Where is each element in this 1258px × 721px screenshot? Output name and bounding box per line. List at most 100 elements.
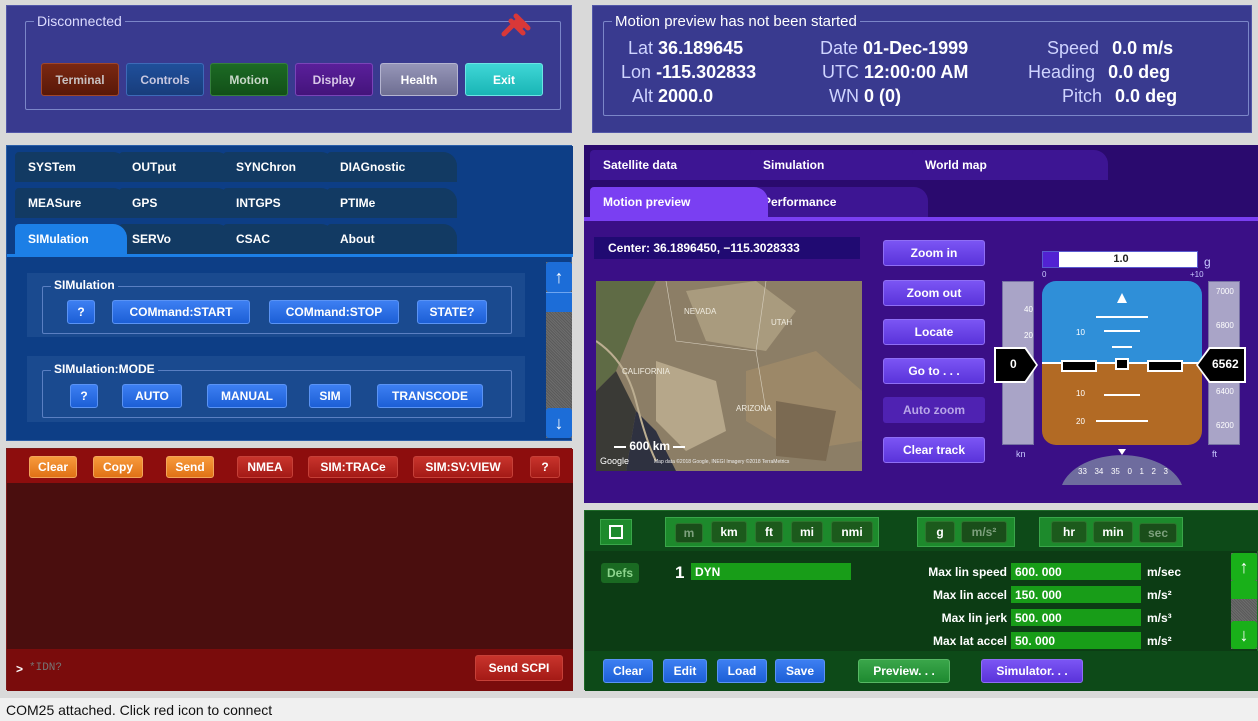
mode-sim-button[interactable]: SIM [309, 384, 351, 408]
g-meter-value: 1.0 [1113, 253, 1129, 265]
speed-readout-value: 0 [1010, 357, 1017, 371]
zoom-out-button[interactable]: Zoom out [883, 280, 985, 306]
tab-satellite-data[interactable]: Satellite data [590, 150, 768, 180]
max-lin-jerk-field[interactable]: 500. 000 [1011, 609, 1141, 626]
defs-scroll-down-button[interactable]: ↓ [1231, 621, 1257, 649]
tab-system[interactable]: SYSTem [15, 152, 127, 182]
map-view[interactable]: NEVADA UTAH CALIFORNIA ARIZONA 600 km Go… [596, 281, 862, 471]
scroll-up-button[interactable]: ↑ [546, 262, 572, 292]
scroll-thumb[interactable] [546, 292, 572, 312]
unit-ft-button[interactable]: ft [755, 521, 783, 543]
mode-transcode-button[interactable]: TRANSCODE [377, 384, 483, 408]
controls-button[interactable]: Controls [126, 63, 204, 96]
speed-unit-label: kn [1016, 449, 1026, 459]
scroll-down-button[interactable]: ↓ [546, 408, 572, 438]
terminal-button[interactable]: Terminal [41, 63, 119, 96]
heading-row: Heading 0.0 deg [1028, 62, 1171, 82]
terminal-send-button[interactable]: Send [166, 456, 214, 478]
tab-ptime[interactable]: PTIMe [327, 188, 457, 218]
sim-trace-button[interactable]: SIM:TRACe [308, 456, 398, 478]
terminal-output[interactable] [7, 483, 573, 649]
preview-panel: Satellite data Simulation World map Moti… [584, 145, 1258, 503]
sim-sv-view-button[interactable]: SIM:SV:VIEW [413, 456, 513, 478]
max-lin-jerk-unit: m/s³ [1147, 611, 1172, 625]
time-hr-button[interactable]: hr [1051, 521, 1087, 543]
max-lat-accel-field[interactable]: 50. 000 [1011, 632, 1141, 649]
max-lin-speed-field[interactable]: 600. 000 [1011, 563, 1141, 580]
unit-nmi-button[interactable]: nmi [831, 521, 873, 543]
preview-button[interactable]: Preview. . . [858, 659, 950, 683]
locate-button[interactable]: Locate [883, 319, 985, 345]
defs-clear-button[interactable]: Clear [603, 659, 653, 683]
map-scale-bar: 600 km [614, 439, 686, 453]
defs-type-field[interactable]: DYN [691, 563, 851, 580]
mode-help-button[interactable]: ? [70, 384, 98, 408]
tab-motion-preview[interactable]: Motion preview [590, 187, 768, 217]
unit-km-button[interactable]: km [711, 521, 747, 543]
record-toggle[interactable] [600, 519, 632, 545]
defs-scroll-thumb[interactable] [1231, 581, 1257, 599]
defs-save-button[interactable]: Save [775, 659, 825, 683]
mode-auto-button[interactable]: AUTO [122, 384, 182, 408]
motion-button[interactable]: Motion [210, 63, 288, 96]
attitude-indicator [1042, 281, 1202, 445]
zoom-in-button[interactable]: Zoom in [883, 240, 985, 266]
sim-help-button[interactable]: ? [67, 300, 95, 324]
command-start-button[interactable]: COMmand:START [112, 300, 250, 324]
tab-csac[interactable]: CSAC [223, 224, 335, 254]
tab-about[interactable]: About [327, 224, 457, 254]
tab-servo[interactable]: SERVo [119, 224, 231, 254]
state-query-button[interactable]: STATE? [417, 300, 487, 324]
tab-intgps[interactable]: INTGPS [223, 188, 335, 218]
exit-button[interactable]: Exit [465, 63, 543, 96]
terminal-copy-button[interactable]: Copy [93, 456, 143, 478]
heading-scale-labels: 33 34 35 0 1 2 3 [1078, 467, 1168, 476]
goto-button[interactable]: Go to . . . [883, 358, 985, 384]
auto-zoom-button[interactable]: Auto zoom [883, 397, 985, 423]
time-min-button[interactable]: min [1093, 521, 1133, 543]
simulation-legend: SIMulation [51, 278, 118, 292]
accel-g-button[interactable]: g [925, 521, 955, 543]
lon-row: Lon -115.302833 [621, 62, 757, 82]
defs-label: Defs [601, 563, 639, 583]
tab-diagnostic[interactable]: DIAGnostic [327, 152, 457, 182]
connect-plug-icon[interactable] [498, 12, 532, 40]
alt-tick-6800: 6800 [1216, 321, 1234, 330]
unit-mi-button[interactable]: mi [791, 521, 823, 543]
tab-simulation-view[interactable]: Simulation [750, 150, 928, 180]
tab-synchron[interactable]: SYNChron [223, 152, 335, 182]
health-button[interactable]: Health [380, 63, 458, 96]
tab-simulation[interactable]: SIMulation [15, 224, 127, 254]
max-lin-accel-unit: m/s² [1147, 588, 1172, 602]
google-logo: Google [600, 456, 630, 466]
altitude-readout-value: 6562 [1212, 357, 1239, 371]
tab-measure[interactable]: MEASure [15, 188, 127, 218]
defs-edit-button[interactable]: Edit [663, 659, 707, 683]
max-lin-speed-unit: m/sec [1147, 565, 1182, 579]
command-stop-button[interactable]: COMmand:STOP [269, 300, 399, 324]
nmea-button[interactable]: NMEA [237, 456, 293, 478]
accel-ms2-button[interactable]: m/s² [961, 521, 1007, 543]
tab-world-map[interactable]: World map [912, 150, 1108, 180]
terminal-help-button[interactable]: ? [530, 456, 560, 478]
altitude-readout: 6562 [1196, 347, 1246, 383]
simulation-mode-legend: SIMulation:MODE [51, 362, 158, 376]
altitude-unit-label: ft [1212, 449, 1218, 459]
send-scpi-button[interactable]: Send SCPI [475, 655, 563, 681]
time-sec-button[interactable]: sec [1139, 523, 1177, 543]
defs-load-button[interactable]: Load [717, 659, 767, 683]
display-button[interactable]: Display [295, 63, 373, 96]
scpi-command-input[interactable] [27, 657, 447, 679]
defs-scroll-up-button[interactable]: ↑ [1231, 553, 1257, 581]
simulator-button[interactable]: Simulator. . . [981, 659, 1083, 683]
clear-track-button[interactable]: Clear track [883, 437, 985, 463]
unit-m-button[interactable]: m [675, 523, 703, 543]
tab-gps[interactable]: GPS [119, 188, 231, 218]
alt-row: Alt 2000.0 [632, 86, 714, 106]
tab-output[interactable]: OUTput [119, 152, 231, 182]
max-lin-accel-field[interactable]: 150. 000 [1011, 586, 1141, 603]
mode-manual-button[interactable]: MANUAL [207, 384, 287, 408]
max-lat-accel-unit: m/s² [1147, 634, 1172, 648]
terminal-clear-button[interactable]: Clear [29, 456, 77, 478]
tab-performance[interactable]: Performance [750, 187, 928, 217]
